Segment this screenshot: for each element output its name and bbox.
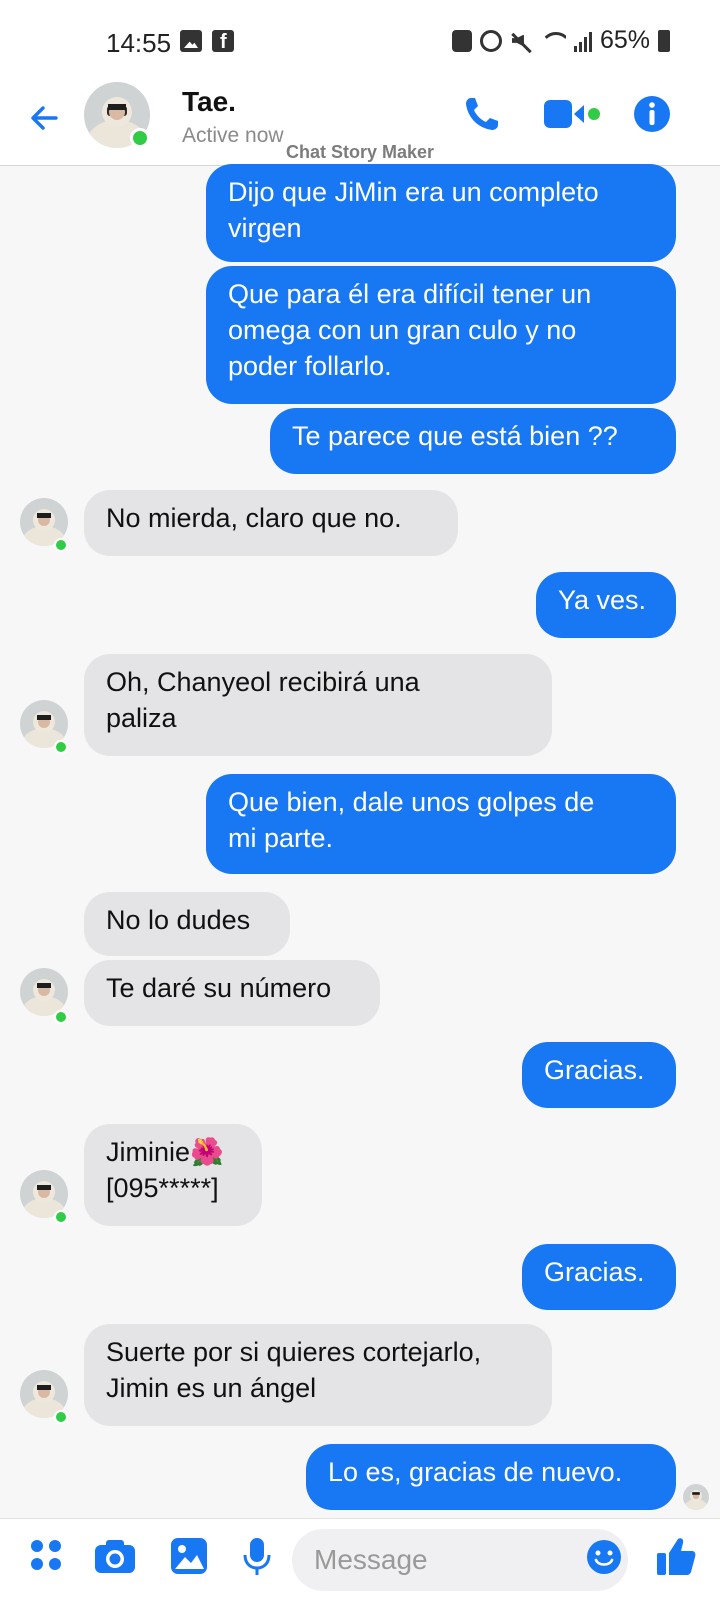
- message-line: Gracias.: [544, 1055, 645, 1085]
- message-line: Te parece que está bien ??: [292, 421, 618, 451]
- online-indicator: [54, 538, 68, 552]
- contact-avatar-small: [20, 968, 68, 1016]
- seen-avatar: [683, 1484, 709, 1510]
- online-indicator: [54, 1210, 68, 1224]
- message-line: Jiminie🌺: [106, 1137, 224, 1167]
- message-line: Que bien, dale unos golpes de: [228, 787, 595, 817]
- contact-name[interactable]: Tae.: [182, 86, 236, 118]
- online-indicator: [130, 128, 150, 148]
- message-bubble-out[interactable]: Te parece que está bien ??: [270, 408, 676, 474]
- gallery-icon: [180, 30, 202, 52]
- message-bubble-out[interactable]: Dijo que JiMin era un completo virgen: [206, 164, 676, 262]
- message-bubble-in[interactable]: Oh, Chanyeol recibirá una paliza: [84, 654, 552, 756]
- contact-status: Active now: [182, 124, 284, 147]
- message-line: Lo es, gracias de nuevo.: [328, 1457, 623, 1487]
- message-line: Te daré su número: [106, 973, 332, 1003]
- message-line: mi parte.: [228, 823, 334, 853]
- facebook-icon: f: [212, 30, 234, 53]
- message-line: Gracias.: [544, 1257, 645, 1287]
- battery-icon: [658, 29, 670, 52]
- message-bubble-in[interactable]: Te daré su número: [84, 960, 380, 1026]
- watermark: Chat Story Maker: [286, 142, 435, 162]
- message-bubble-out[interactable]: Gracias.: [522, 1042, 676, 1108]
- apps-menu-icon[interactable]: [28, 1537, 64, 1573]
- signal-icon: [573, 30, 592, 52]
- message-bubble-out[interactable]: Que para él era difícil tener un omega c…: [206, 266, 676, 404]
- message-bubble-in[interactable]: No mierda, claro que no.: [84, 490, 458, 556]
- thumbs-up-icon[interactable]: [656, 1535, 696, 1577]
- alarm-icon: [479, 29, 502, 52]
- message-line: Dijo que JiMin era un completo: [228, 177, 599, 207]
- info-icon[interactable]: [632, 94, 672, 134]
- message-bubble-in[interactable]: Jiminie🌺 [095*****]: [84, 1124, 262, 1226]
- online-indicator: [54, 1410, 68, 1424]
- message-line: paliza: [106, 703, 177, 733]
- gallery-icon[interactable]: [170, 1537, 208, 1575]
- message-line: Jimin es un ángel: [106, 1373, 317, 1403]
- status-time: 14:55: [106, 28, 172, 58]
- emoji-icon[interactable]: [586, 1539, 622, 1575]
- video-call-icon[interactable]: [544, 94, 602, 134]
- battery-percent: 65%: [599, 26, 650, 54]
- message-line: No lo dudes: [106, 905, 251, 935]
- mute-icon: [510, 30, 532, 52]
- message-bubble-out[interactable]: Gracias.: [522, 1244, 676, 1310]
- message-bubble-in[interactable]: No lo dudes: [84, 892, 290, 956]
- message-line: Que para él era difícil tener un: [228, 279, 592, 309]
- composer-bar: [0, 1518, 720, 1600]
- message-line: omega con un gran culo y no: [228, 315, 577, 345]
- message-bubble-out[interactable]: Lo es, gracias de nuevo.: [306, 1444, 676, 1510]
- message-input[interactable]: [292, 1529, 628, 1591]
- message-bubble-in[interactable]: Suerte por si quieres cortejarlo, Jimin …: [84, 1324, 552, 1426]
- message-line: poder follarlo.: [228, 351, 392, 381]
- status-bar: 14:55 f 65%: [0, 0, 720, 80]
- message-line: Suerte por si quieres cortejarlo,: [106, 1337, 482, 1367]
- wifi-icon: [540, 30, 566, 52]
- message-bubble-out[interactable]: Ya ves.: [536, 572, 676, 638]
- message-line: Oh, Chanyeol recibirá una: [106, 667, 420, 697]
- online-indicator: [54, 1010, 68, 1024]
- message-bubble-out[interactable]: Que bien, dale unos golpes de mi parte.: [206, 774, 676, 874]
- message-line: [095*****]: [106, 1173, 219, 1203]
- back-arrow-icon[interactable]: [26, 100, 62, 136]
- message-line: Ya ves.: [558, 585, 647, 615]
- chat-header: Tae. Active now Chat Story Maker: [0, 80, 720, 166]
- phone-icon[interactable]: [462, 94, 502, 134]
- message-line: No mierda, claro que no.: [106, 503, 402, 533]
- battery-saver-icon: [451, 29, 472, 52]
- camera-icon[interactable]: [94, 1537, 136, 1575]
- microphone-icon[interactable]: [242, 1537, 272, 1577]
- message-line: virgen: [228, 213, 302, 243]
- online-indicator: [54, 740, 68, 754]
